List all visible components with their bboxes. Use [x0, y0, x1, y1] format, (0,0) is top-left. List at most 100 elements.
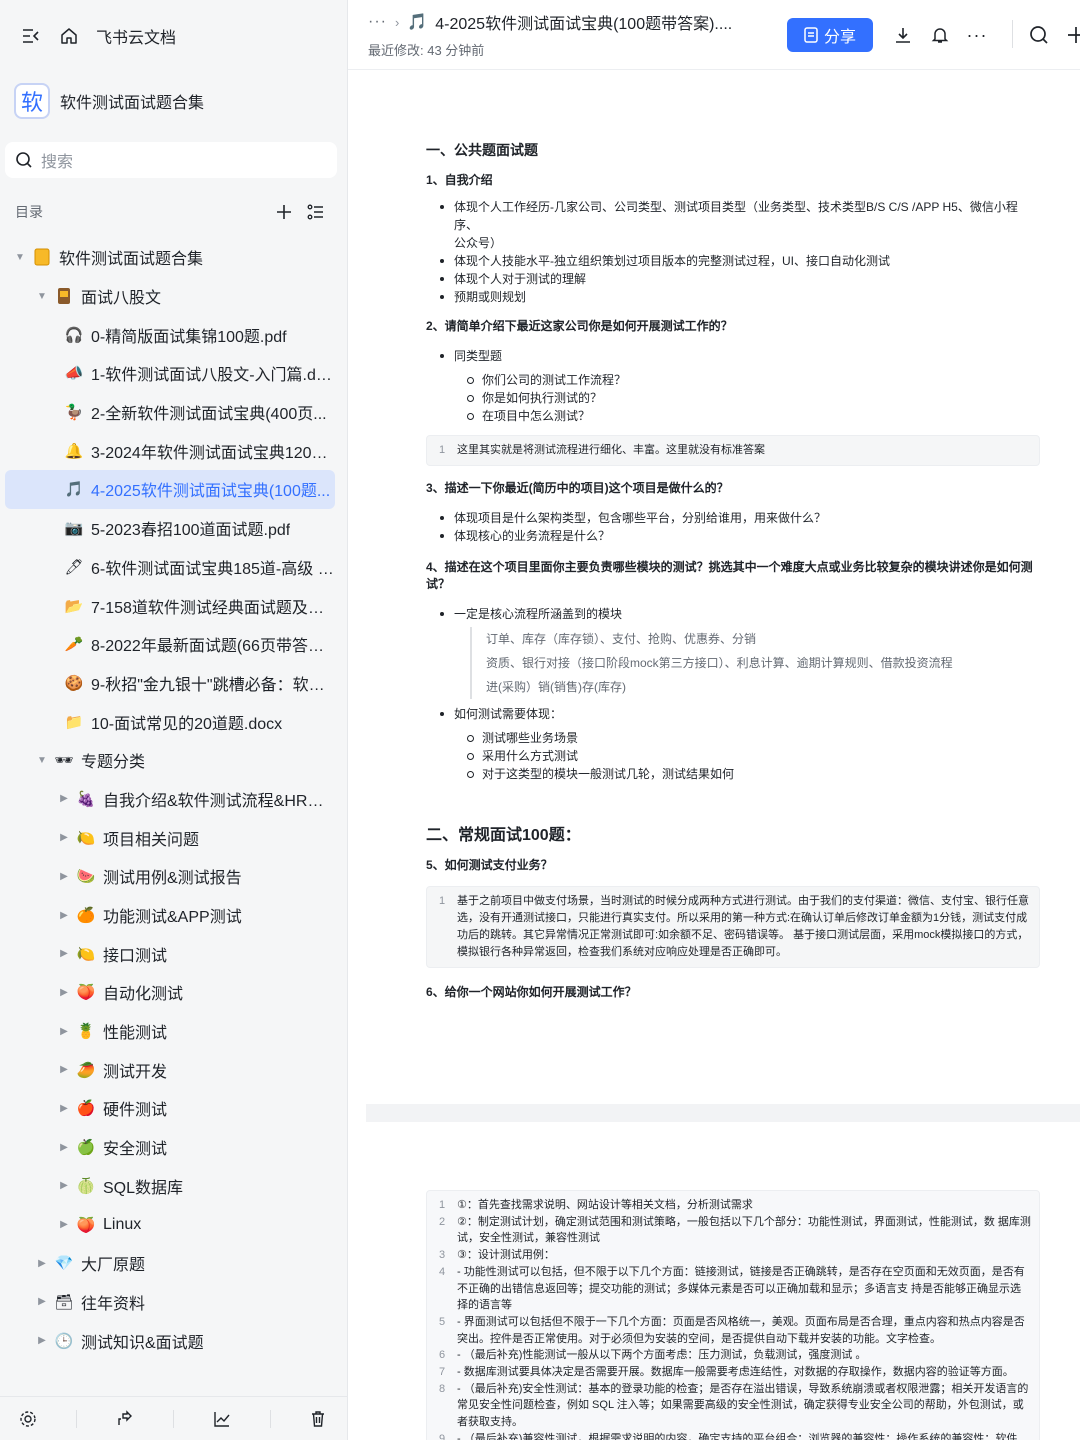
- code-line: 9- （最后补充)兼容性测试，根据需求说明的内容，确定支持的平台组合：浏览器的兼…: [438, 1432, 1018, 1440]
- caret-right-icon[interactable]: ▶: [57, 987, 71, 998]
- tree-topic-9[interactable]: ▶ 🍏 安全测试: [5, 1128, 335, 1167]
- caret-right-icon[interactable]: ▶: [57, 832, 71, 843]
- doc-page-1: 一、公共题面试题 1、自我介绍 体现个人工作经历-几家公司、公司类型、测试项目类…: [426, 140, 1040, 1001]
- tree-topic-10[interactable]: ▶ 🍈 SQL数据库: [5, 1167, 335, 1206]
- bullet-item: 一定是核心流程所涵盖到的模块: [426, 605, 1040, 623]
- share-out-icon[interactable]: [116, 1409, 134, 1428]
- caret-right-icon[interactable]: ▶: [57, 1103, 71, 1114]
- lemon-icon: 🍋: [76, 829, 96, 847]
- code-block[interactable]: 1 基于之前项目中做支付场景，当时测试的时候分成两种方式进行测试。由于我们的支付…: [426, 886, 1040, 968]
- headphones-icon: 🎧: [64, 326, 84, 344]
- download-icon[interactable]: [890, 22, 916, 48]
- home-icon[interactable]: [58, 25, 80, 47]
- code-line: 2 ②：制定测试计划，确定测试范围和测试策略，一般包括以下几个部分：功能性测试，界…: [438, 1215, 1031, 1245]
- tree-node-root[interactable]: ▼ 软件测试面试题合集: [5, 238, 335, 277]
- tree-file-9[interactable]: 🍪 9-秋招"金九银十"跳槽必备：软件...: [5, 664, 335, 703]
- sidebar-bottom-toolbar: [0, 1396, 347, 1440]
- settings-icon[interactable]: [19, 1410, 37, 1428]
- tree-topic-6[interactable]: ▶ 🍍 性能测试: [5, 1012, 335, 1051]
- tree-file-5[interactable]: 📷 5-2023春招100道面试题.pdf: [5, 509, 335, 548]
- add-icon[interactable]: [1063, 22, 1080, 48]
- tree-topic-0[interactable]: ▶ 🍇 自我介绍&软件测试流程&HR面试: [5, 780, 335, 819]
- brand-link[interactable]: 飞书云文档: [96, 24, 176, 48]
- tree-topic-4[interactable]: ▶ 🍋 接口测试: [5, 934, 335, 973]
- tree-topic-3[interactable]: ▶ 🍊 功能测试&APP测试: [5, 896, 335, 935]
- code-block[interactable]: 1 ①：首先查找需求说明、网站设计等相关文档，分析测试需求 2 ②：制定测试计划，确…: [426, 1190, 1040, 1440]
- doc-title[interactable]: 4-2025软件测试面试宝典(100题带答案)....: [435, 10, 732, 34]
- tree-file-4-active[interactable]: 🎵 4-2025软件测试面试宝典(100题...: [5, 470, 335, 509]
- caret-right-icon[interactable]: ▶: [35, 1335, 49, 1346]
- code-line: 3 ③：设计测试用例：: [438, 1249, 555, 1262]
- question-heading: 3、描述一下你最近(简历中的项目)这个项目是做什么的？: [426, 481, 729, 495]
- tree-node-group-topics[interactable]: ▼ 🕶 专题分类: [5, 741, 335, 780]
- last-modified: 最近修改: 43 分钟前: [368, 43, 485, 58]
- chest-icon: 🗃: [54, 1293, 74, 1311]
- caret-right-icon[interactable]: ▶: [35, 1296, 49, 1307]
- quote-line: 进(采购）销(销售)存(库存): [486, 680, 626, 694]
- mango-icon: 🥭: [76, 1061, 96, 1079]
- carrot-icon: 🥕: [64, 636, 84, 654]
- tree-file-10[interactable]: 📁 10-面试常见的20道题.docx: [5, 702, 335, 741]
- notification-bell-icon[interactable]: [927, 22, 953, 48]
- tree-node-other-1[interactable]: ▶ 🗃 往年资料: [5, 1283, 335, 1322]
- caret-right-icon[interactable]: ▶: [57, 793, 71, 804]
- watermelon-icon: 🍉: [76, 868, 96, 886]
- caret-right-icon[interactable]: ▶: [57, 1064, 71, 1075]
- caret-right-icon[interactable]: ▶: [57, 871, 71, 882]
- caret-right-icon[interactable]: ▶: [57, 910, 71, 921]
- caret-right-icon[interactable]: ▶: [57, 948, 71, 959]
- sidebar-top: 飞书云文档: [0, 0, 347, 72]
- lime-icon: 🍈: [76, 1177, 96, 1195]
- tree-file-2[interactable]: 🦆 2-全新软件测试面试宝典(400页...: [5, 393, 335, 432]
- tree-node-group-baguwen[interactable]: ▼ 面试八股文: [5, 277, 335, 316]
- caret-down-icon[interactable]: ▼: [35, 291, 49, 302]
- divider: [172, 1409, 174, 1428]
- tree-file-0[interactable]: 🎧 0-精简版面试集锦100题.pdf: [5, 315, 335, 354]
- more-options-icon[interactable]: ···: [964, 22, 990, 48]
- tree-topic-11[interactable]: ▶ 🍑 Linux: [5, 1205, 335, 1244]
- caret-right-icon[interactable]: ▶: [57, 1142, 71, 1153]
- sub-bullet-item: 测试哪些业务场景: [426, 729, 1040, 747]
- tree-topic-8[interactable]: ▶ 🍎 硬件测试: [5, 1089, 335, 1128]
- caret-down-icon[interactable]: ▼: [13, 252, 27, 263]
- chart-icon[interactable]: [213, 1410, 231, 1428]
- sub-bullet-item: 对于这类型的模块一般测试几轮，测试结果如何: [426, 765, 1040, 783]
- add-icon[interactable]: [275, 203, 293, 221]
- caret-right-icon[interactable]: ▶: [57, 1219, 71, 1230]
- folder-yellow-icon: [31, 246, 53, 268]
- tree-topic-2[interactable]: ▶ 🍉 测试用例&测试报告: [5, 857, 335, 896]
- quote-block: 订单、库存（库存锁）、支付、抢购、优惠券、分销 资质、银行对接（接口阶段mock…: [470, 627, 1040, 699]
- collapse-sidebar-icon[interactable]: [20, 25, 42, 47]
- caret-right-icon[interactable]: ▶: [57, 1180, 71, 1191]
- sub-bullet-item: 采用什么方式测试: [426, 747, 1040, 765]
- apple-icon: 🍎: [76, 1100, 96, 1118]
- code-line: 1 ①：首先查找需求说明、网站设计等相关文档，分析测试需求: [438, 1199, 753, 1211]
- bell-icon: 🔔: [64, 442, 84, 460]
- search-input[interactable]: 搜索: [5, 142, 337, 178]
- tree-file-8[interactable]: 🥕 8-2022年最新面试题(66页带答案...: [5, 625, 335, 664]
- lemon-icon: 🍋: [76, 945, 96, 963]
- caret-right-icon[interactable]: ▶: [35, 1258, 49, 1269]
- tree-file-1[interactable]: 📣 1-软件测试面试八股文-入门篇.docx: [5, 354, 335, 393]
- space-header[interactable]: 软 软件测试面试题合集: [0, 72, 347, 130]
- tree-file-7[interactable]: 📂 7-158道软件测试经典面试题及答...: [5, 586, 335, 625]
- trash-icon[interactable]: [309, 1410, 327, 1428]
- space-title: 软件测试面试题合集: [60, 95, 205, 112]
- caret-down-icon[interactable]: ▼: [35, 755, 49, 766]
- tree-file-6[interactable]: 🖊 6-软件测试面试宝典185道-高级 ....: [5, 548, 335, 587]
- code-block[interactable]: 1 这里其实就是将测试流程进行细化、丰富。这里就没有标准答案: [426, 435, 1040, 466]
- caret-right-icon[interactable]: ▶: [57, 1026, 71, 1037]
- tree-topic-7[interactable]: ▶ 🥭 测试开发: [5, 1050, 335, 1089]
- tree-topic-1[interactable]: ▶ 🍋 项目相关问题: [5, 818, 335, 857]
- list-view-icon[interactable]: [307, 203, 325, 221]
- clock-icon: 🕒: [54, 1332, 74, 1350]
- folder-yellow-icon: 📁: [64, 713, 84, 731]
- search-icon[interactable]: [1026, 22, 1052, 48]
- tree-node-other-0[interactable]: ▶ 💎 大厂原题: [5, 1244, 335, 1283]
- tree-file-3[interactable]: 🔔 3-2024年软件测试面试宝典120道...: [5, 431, 335, 470]
- share-button[interactable]: 分享: [787, 18, 873, 52]
- bullet-item: 体现核心的业务流程是什么？: [426, 527, 1040, 545]
- tree-topic-5[interactable]: ▶ 🍑 自动化测试: [5, 973, 335, 1012]
- breadcrumb-more-button[interactable]: ···: [368, 13, 387, 31]
- tree-node-other-2[interactable]: ▶ 🕒 测试知识&面试题: [5, 1321, 335, 1360]
